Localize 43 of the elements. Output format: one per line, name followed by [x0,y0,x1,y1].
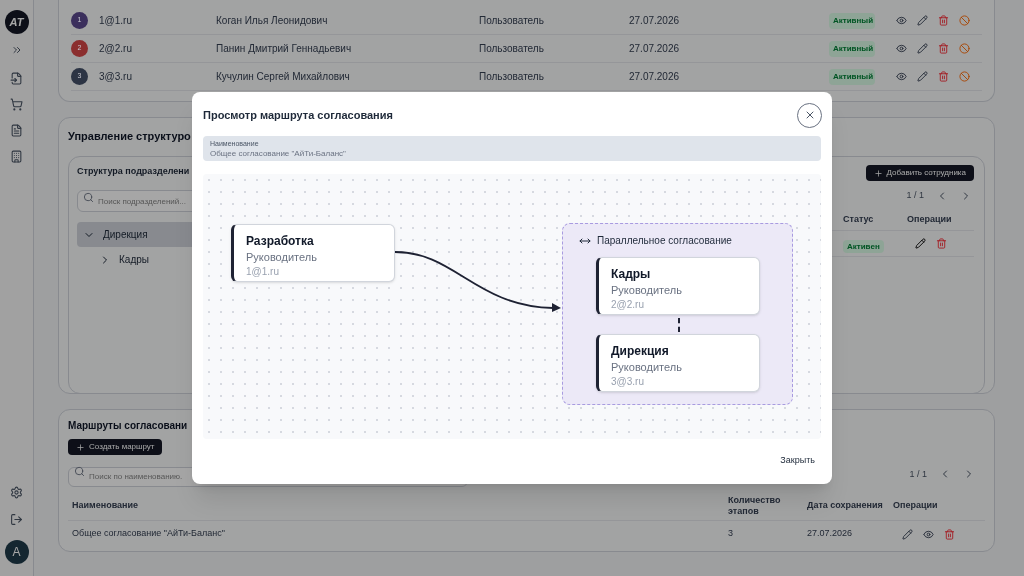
step-email: 3@3.ru [611,375,645,389]
column-header: Статус [843,212,875,226]
table-cell-text: 27.07.2026 [807,527,854,541]
column-header: Операции [893,499,938,513]
step-email: 1@1.ru [246,265,280,279]
page-counter: 1 / 1 [909,467,927,481]
field-value: Общее согласование "АйТи-Баланс" [210,147,347,159]
table-cell-text: 27.07.2026 [629,42,681,56]
section-title: Управление структуро [68,129,191,144]
status-badge: Активный [829,40,875,57]
column-header: Дата сохранения [807,499,884,513]
step-role: Руководитель [246,250,318,265]
table-cell-text: Панин Дмитрий Геннадьевич [216,42,353,56]
logo: AT [4,10,29,34]
step-title: Разработка [246,233,315,249]
status-badge: Активный [829,68,875,85]
table-cell-text: Пользователь [479,14,545,28]
table-cell-text: Пользователь [479,42,545,56]
status-badge: Активный [829,12,875,29]
table-cell-text: Пользователь [479,70,545,84]
status-badge: Активен [843,239,884,253]
column-header: Операции [907,212,953,226]
panel-title: Структура подразделени [77,165,190,178]
table-cell-text: 3@3.ru [99,70,133,84]
section-title: Маршруты согласовани [68,419,188,433]
column-header: Количество этапов [728,495,782,517]
page-counter: 1 / 1 [906,189,924,202]
step-title: Кадры [611,266,652,282]
table-cell-text: 27.07.2026 [629,70,681,84]
table-cell-text: 1@1.ru [99,14,133,28]
group-label: Параллельное согласование [597,234,732,248]
table-cell-text: Кучулин Сергей Михайлович [216,70,351,84]
table-cell-text: Коган Илья Леонидович [216,14,329,28]
step-title: Дирекция [611,343,670,359]
step-role: Руководитель [611,360,683,375]
table-cell-text: 27.07.2026 [629,14,681,28]
step-role: Руководитель [611,283,683,298]
table-cell-text: Общее согласование "АйТи-Баланс" [72,527,226,541]
table-cell-text: 3 [728,527,734,541]
table-cell-text: 2@2.ru [99,42,133,56]
step-email: 2@2.ru [611,298,645,312]
column-header: Наименование [72,499,140,513]
dialog-title: Просмотр маршрута согласования [203,107,393,123]
